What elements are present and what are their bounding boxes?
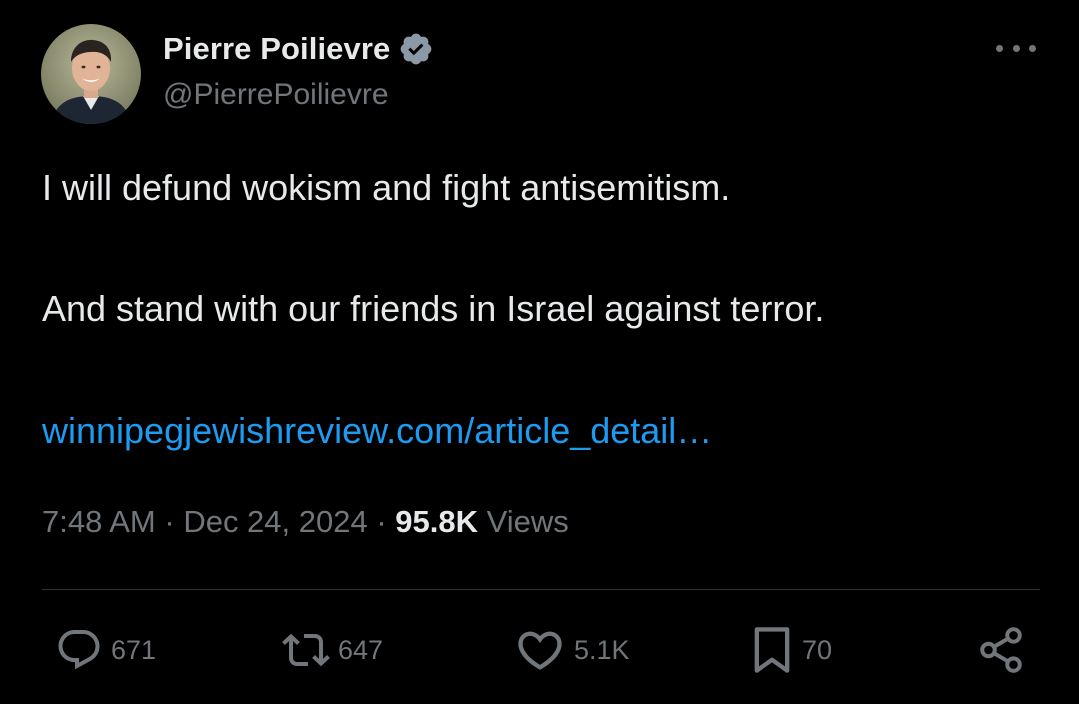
tweet-meta: 7:48 AM · Dec 24, 2024 · 95.8K Views <box>42 500 569 544</box>
more-options-icon[interactable] <box>996 36 1036 60</box>
tweet-date[interactable]: Dec 24, 2024 <box>183 504 367 539</box>
meta-separator: · <box>156 504 184 539</box>
meta-separator: · <box>368 504 396 539</box>
repost-button[interactable]: 647 <box>282 624 383 676</box>
more-dot <box>1029 45 1036 52</box>
share-button[interactable] <box>976 624 1026 676</box>
bookmark-button[interactable]: 70 <box>750 624 832 676</box>
heart-icon <box>514 624 566 676</box>
more-dot <box>996 45 1003 52</box>
author-name-row: Pierre Poilievre <box>163 28 434 70</box>
reply-button[interactable]: 671 <box>55 624 156 676</box>
like-count: 5.1K <box>574 635 630 666</box>
tweet-link[interactable]: winnipegjewishreview.com/article_detail… <box>42 409 712 453</box>
share-icon <box>976 625 1026 675</box>
bookmark-icon <box>750 624 794 676</box>
verified-badge-icon[interactable] <box>398 31 434 67</box>
divider <box>42 589 1040 590</box>
tweet-time[interactable]: 7:48 AM <box>42 504 156 539</box>
author-display-name[interactable]: Pierre Poilievre <box>163 31 390 67</box>
verified-badge-icon-graphic <box>398 31 434 67</box>
more-dot <box>1013 45 1020 52</box>
tweet-text-line-2: And stand with our friends in Israel aga… <box>42 287 824 331</box>
tweet-card: Pierre Poilievre @PierrePoilievre I will… <box>0 0 1079 704</box>
views-label: Views <box>478 504 569 539</box>
reply-count: 671 <box>111 635 156 666</box>
repost-count: 647 <box>338 635 383 666</box>
author-handle[interactable]: @PierrePoilievre <box>163 78 389 112</box>
tweet-text-line-1: I will defund wokism and fight antisemit… <box>42 166 730 210</box>
views-count: 95.8K <box>395 504 478 539</box>
reply-icon <box>55 626 103 674</box>
bookmark-count: 70 <box>802 635 832 666</box>
avatar-photo <box>41 24 141 124</box>
avatar[interactable] <box>41 24 141 124</box>
repost-icon <box>282 626 330 674</box>
like-button[interactable]: 5.1K <box>514 624 630 676</box>
